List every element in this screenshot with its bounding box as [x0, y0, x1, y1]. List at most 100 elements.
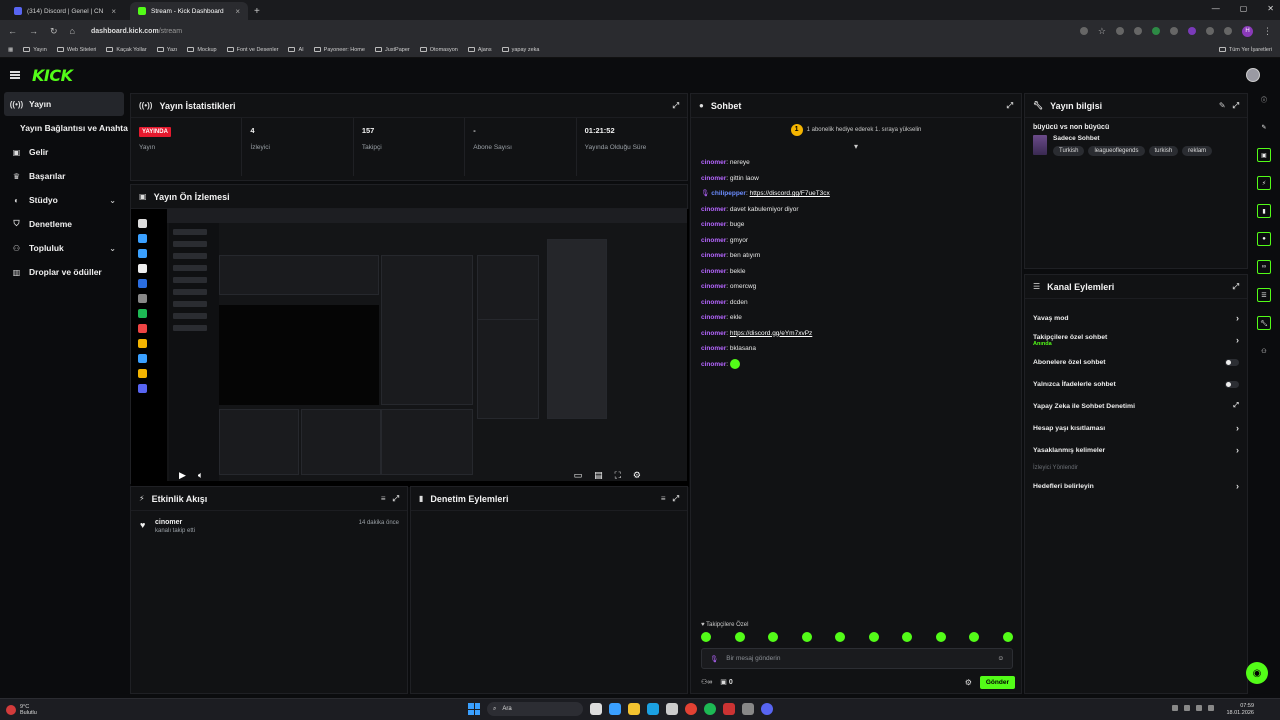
- wrench-icon[interactable]: 🔧︎: [1257, 316, 1271, 330]
- hamburger-menu-icon[interactable]: [10, 71, 20, 79]
- tray-icon[interactable]: [1184, 705, 1190, 711]
- profile-avatar[interactable]: H: [1242, 25, 1253, 37]
- edit-icon[interactable]: ✎: [1257, 120, 1271, 134]
- emote-icon[interactable]: [1002, 632, 1013, 642]
- emote-icon[interactable]: [835, 632, 846, 642]
- sidebar-item-studio[interactable]: ◐ Stüdyo ⌄: [0, 188, 128, 212]
- chat-username[interactable]: cinomer: [701, 330, 726, 337]
- emote-icon[interactable]: [969, 632, 980, 642]
- store-icon[interactable]: [666, 703, 678, 715]
- edge-icon[interactable]: [647, 703, 659, 715]
- extension-icon[interactable]: [1134, 27, 1142, 35]
- chat-link[interactable]: https://discord.gg/eYm7xvPz: [730, 330, 812, 337]
- chat-username[interactable]: cinomer: [701, 159, 726, 166]
- sidebar-item-stream[interactable]: ((•)) Yayın: [4, 92, 124, 116]
- app-icon[interactable]: [723, 703, 735, 715]
- settings-icon[interactable]: ⚙: [965, 678, 972, 687]
- send-button[interactable]: Gönder: [979, 675, 1015, 689]
- chat-username[interactable]: cinomer: [701, 283, 726, 290]
- chat-bubble-icon[interactable]: ●: [1257, 232, 1271, 246]
- edit-icon[interactable]: ✎: [1219, 101, 1226, 110]
- emote-icon[interactable]: [768, 632, 779, 642]
- back-icon[interactable]: ←: [8, 26, 17, 36]
- reload-icon[interactable]: ↻: [50, 26, 58, 37]
- emote-icon[interactable]: [902, 632, 913, 642]
- chat-username[interactable]: cinomer: [701, 345, 726, 352]
- settings-icon[interactable]: ⚙: [633, 470, 641, 481]
- chat-username[interactable]: cinomer: [701, 237, 726, 244]
- close-icon[interactable]: ×: [111, 7, 116, 16]
- emote-icon[interactable]: [734, 632, 745, 642]
- bookmark-folder[interactable]: Font ve Desenler: [226, 47, 278, 53]
- link-icon[interactable]: ∞: [1257, 260, 1271, 274]
- settings-icon[interactable]: [742, 703, 754, 715]
- system-clock[interactable]: 07:59 18.01.2026: [1226, 703, 1254, 717]
- chat-username[interactable]: cinomer: [701, 252, 726, 259]
- filter-icon[interactable]: ≡: [661, 494, 666, 503]
- url-field[interactable]: dashboard.kick.com/stream: [91, 28, 182, 35]
- extension-icon[interactable]: [1116, 27, 1124, 35]
- set-goals-row[interactable]: Hedefleri belirleyin ›: [1025, 475, 1247, 497]
- tag-chip[interactable]: leagueoflegends: [1088, 146, 1145, 156]
- star-icon[interactable]: ☆: [1098, 26, 1106, 37]
- bookmark-folder[interactable]: Kaçak Yollar: [106, 47, 147, 53]
- spotify-icon[interactable]: [704, 703, 716, 715]
- tool-icon[interactable]: ▣: [1257, 148, 1271, 162]
- extension-icon[interactable]: [1170, 27, 1178, 35]
- user-avatar[interactable]: [1246, 68, 1260, 82]
- bookmark-folder[interactable]: Yazı: [156, 47, 177, 53]
- tray-icon[interactable]: [1172, 705, 1178, 711]
- emote-icon[interactable]: [868, 632, 879, 642]
- all-bookmarks[interactable]: Tüm Yer İşaretleri: [1218, 47, 1272, 53]
- banned-words-row[interactable]: Yasaklanmış kelimeler ›: [1025, 439, 1247, 461]
- theater-mode-icon[interactable]: ▭: [574, 470, 583, 481]
- chat-username[interactable]: cinomer: [701, 206, 726, 213]
- bookmark-folder[interactable]: AI: [288, 47, 304, 53]
- bookmark-folder[interactable]: Mockup: [187, 47, 217, 53]
- bookmark-folder[interactable]: yapay zeka: [501, 47, 539, 53]
- pip-icon[interactable]: ▤: [594, 470, 603, 481]
- close-window-icon[interactable]: ✕: [1267, 4, 1274, 13]
- tag-chip[interactable]: reklam: [1182, 146, 1213, 156]
- lightning-icon[interactable]: ⚡: [1257, 176, 1271, 190]
- emote-icon[interactable]: [701, 632, 711, 642]
- sidebar-item-stream-key[interactable]: Yayın Bağlantısı ve Anahtarı: [0, 116, 128, 140]
- extension-icon[interactable]: [1188, 27, 1196, 35]
- sidebar-item-revenue[interactable]: ▣ Gelir: [0, 140, 128, 164]
- chat-username[interactable]: cinomer: [701, 299, 726, 306]
- chat-message-input[interactable]: 🎙︎ Bir mesaj gönderin ☺: [701, 648, 1013, 669]
- emote-only-toggle[interactable]: [1225, 380, 1239, 388]
- tag-chip[interactable]: turkish: [1148, 146, 1179, 156]
- fullscreen-icon[interactable]: ⛶: [615, 470, 621, 481]
- emoji-icon[interactable]: ☺: [997, 655, 1004, 662]
- menu-icon[interactable]: ⋮: [1263, 26, 1272, 37]
- pinned-toggle-icon[interactable]: ▾: [691, 142, 1021, 151]
- maximize-icon[interactable]: ▢: [1240, 4, 1248, 13]
- slow-mode-row[interactable]: Yavaş mod ›: [1025, 307, 1247, 329]
- tab-kick-dashboard[interactable]: Stream - Kick Dashboard ×: [130, 2, 248, 20]
- taskbar-search[interactable]: ⌕ Ara: [487, 702, 583, 716]
- wifi-icon[interactable]: [1196, 705, 1202, 711]
- sidebar-item-community[interactable]: ⚇ Topluluk ⌄: [0, 236, 128, 260]
- community-icon[interactable]: ⚇: [1257, 344, 1271, 358]
- account-age-row[interactable]: Hesap yaşı kısıtlaması ›: [1025, 417, 1247, 439]
- windows-start-icon[interactable]: [468, 703, 480, 715]
- bookmark-folder[interactable]: Otomasyon: [419, 47, 458, 53]
- new-tab-button[interactable]: +: [254, 2, 260, 20]
- popout-icon[interactable]: ⤢: [393, 494, 399, 504]
- ai-moderation-row[interactable]: Yapay Zeka ile Sohbet Denetimi ⤢: [1025, 395, 1247, 417]
- close-icon[interactable]: ×: [235, 7, 240, 16]
- discord-icon[interactable]: [761, 703, 773, 715]
- chat-link[interactable]: https://discord.gg/F7ueT3cx: [750, 190, 830, 197]
- bookmark-folder[interactable]: JustPaper: [374, 47, 410, 53]
- kicks-counter[interactable]: ▣ 0: [720, 678, 732, 686]
- weather-widget[interactable]: 9°C Bulutlu: [6, 704, 37, 716]
- extension-icon[interactable]: [1152, 27, 1160, 35]
- apps-icon[interactable]: ▦: [8, 47, 13, 53]
- gift-leaderboard-banner[interactable]: 1 1 abonelik hediye ederek 1. sıraya yük…: [691, 124, 1021, 136]
- play-icon[interactable]: ▶: [179, 470, 186, 481]
- volume-icon[interactable]: 🔈︎: [198, 470, 203, 481]
- tag-chip[interactable]: Turkish: [1053, 146, 1085, 156]
- hammer-icon[interactable]: ▮: [1257, 204, 1271, 218]
- chat-username[interactable]: chilipepper: [711, 190, 746, 197]
